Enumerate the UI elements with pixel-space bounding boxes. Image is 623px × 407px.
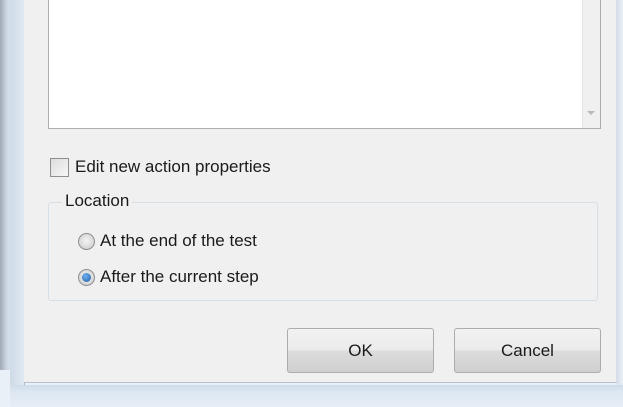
action-list[interactable]	[48, 0, 601, 129]
scroll-down-arrow-icon[interactable]	[587, 111, 595, 115]
window-frame-bottom	[10, 385, 623, 407]
after-current-step-radio[interactable]	[78, 268, 95, 286]
location-option-end-of-test[interactable]: At the end of the test	[78, 230, 257, 252]
dialog-window: Edit new action properties Location At t…	[0, 0, 623, 407]
end-of-test-radio[interactable]	[78, 232, 95, 250]
window-frame-left	[10, 0, 25, 385]
edit-new-action-properties-option[interactable]: Edit new action properties	[50, 157, 271, 177]
ok-button[interactable]: OK	[287, 328, 434, 373]
vertical-scrollbar[interactable]	[582, 0, 600, 128]
edit-new-action-properties-label[interactable]: Edit new action properties	[75, 157, 271, 177]
after-current-step-label[interactable]: After the current step	[100, 267, 259, 287]
background-window-edge	[0, 0, 10, 370]
location-group-title: Location	[62, 191, 133, 211]
cancel-button[interactable]: Cancel	[454, 328, 601, 373]
end-of-test-label[interactable]: At the end of the test	[100, 231, 257, 251]
window-frame-right	[617, 0, 623, 385]
edit-new-action-properties-checkbox[interactable]	[50, 157, 69, 177]
location-option-after-current-step[interactable]: After the current step	[78, 266, 259, 288]
